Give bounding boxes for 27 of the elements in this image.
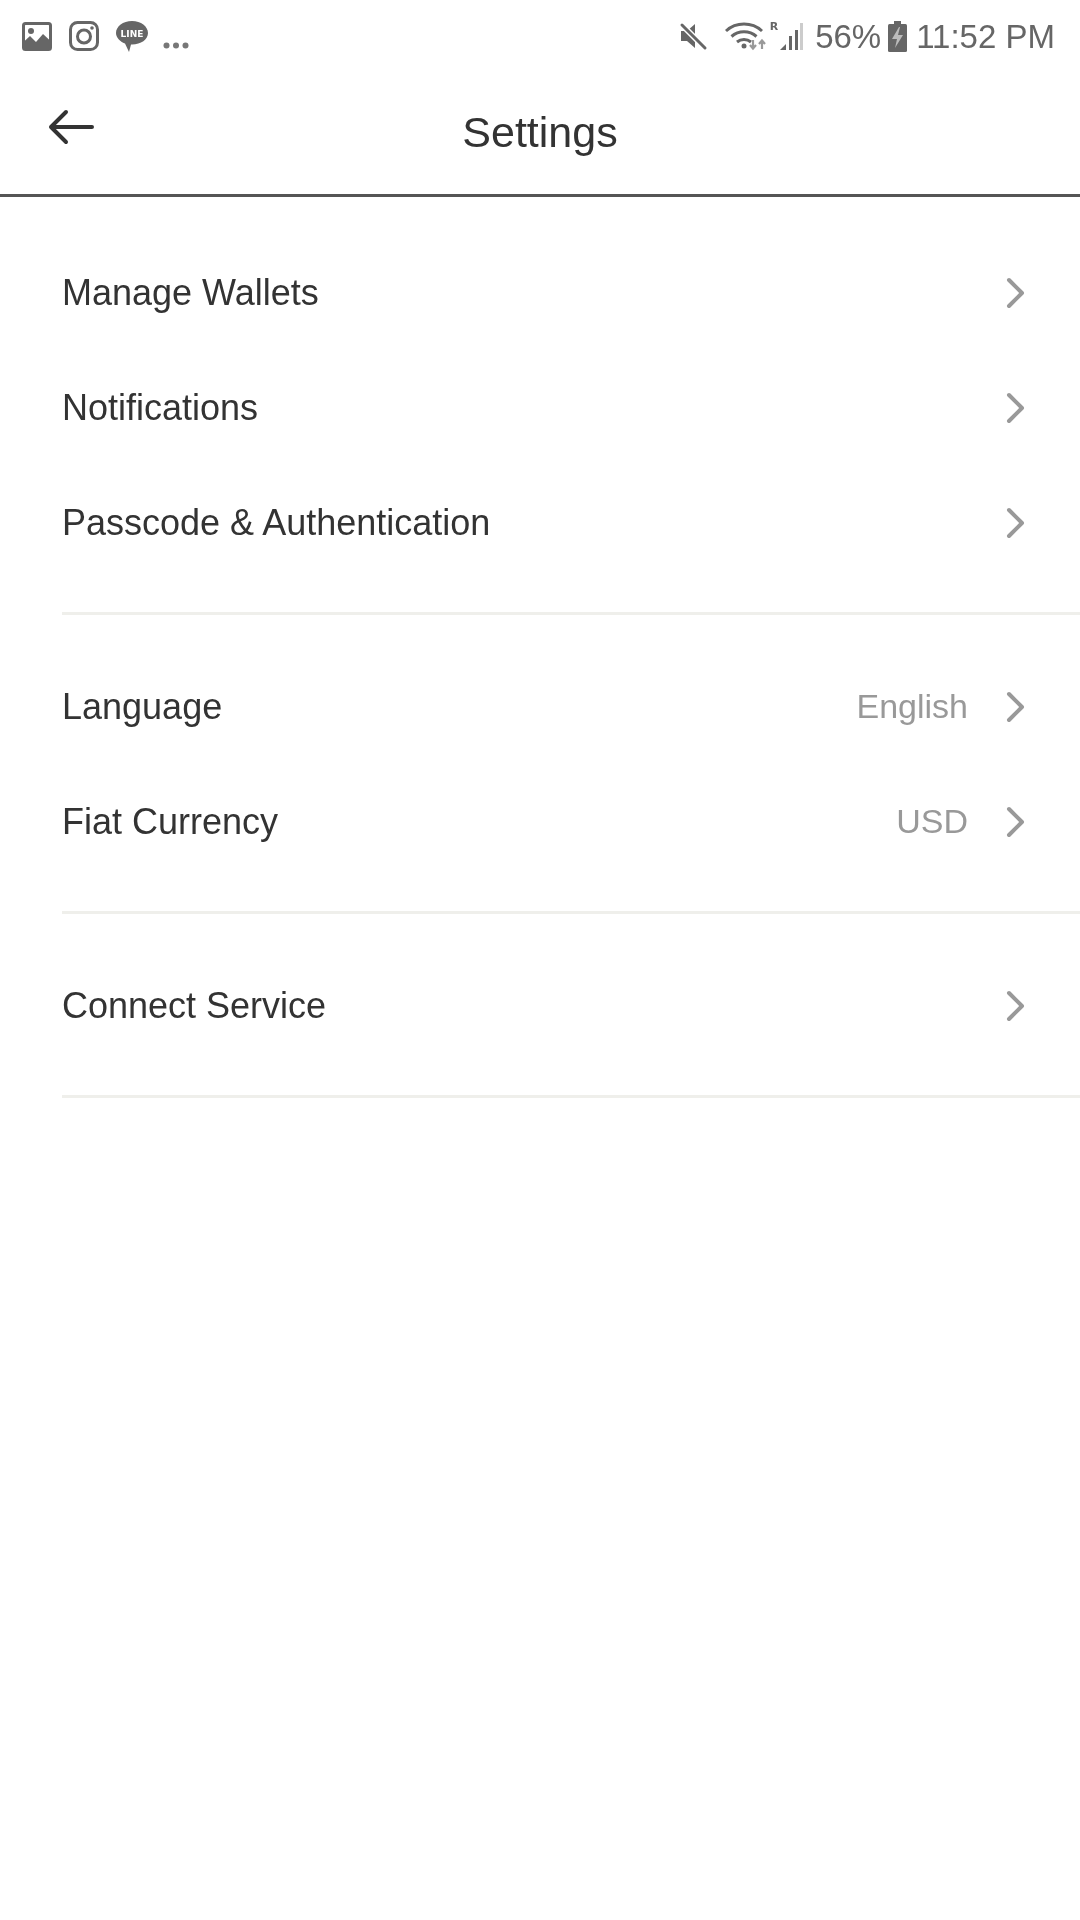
chevron-right-icon	[1006, 989, 1025, 1022]
gallery-icon	[22, 21, 52, 51]
settings-item-label[interactable]: Manage Wallets	[62, 271, 319, 314]
roaming-indicator: R	[769, 21, 779, 32]
chevron-right-icon	[1006, 276, 1025, 309]
battery-percentage: 56%	[815, 19, 882, 53]
chevron-right-icon	[1006, 391, 1025, 424]
back-arrow-icon	[48, 109, 94, 145]
chat-icon-label: LINE	[120, 28, 144, 38]
more-notifications-icon	[163, 41, 189, 49]
chevron-right-icon	[1006, 506, 1025, 539]
muted-speaker-icon	[677, 21, 708, 51]
setting-value: English	[856, 687, 968, 726]
signal-strength-icon	[779, 21, 804, 51]
settings-item-label[interactable]: Connect Service	[62, 984, 327, 1027]
page-title: Settings	[462, 107, 618, 159]
settings-item-label[interactable]: Notifications	[62, 386, 259, 429]
chevron-right-icon	[1006, 690, 1025, 723]
chevron-right-icon	[1006, 805, 1025, 838]
charging-battery-icon	[888, 20, 908, 52]
wifi-icon	[723, 21, 768, 51]
setting-value: USD	[896, 802, 968, 841]
camera-outline-icon	[69, 21, 99, 51]
clock-time: 11:52 PM	[916, 19, 1055, 53]
settings-item-label[interactable]: Language	[62, 685, 223, 728]
settings-item-label[interactable]: Fiat Currency	[62, 800, 279, 843]
settings-item-label[interactable]: Passcode & Authentication	[62, 501, 491, 544]
